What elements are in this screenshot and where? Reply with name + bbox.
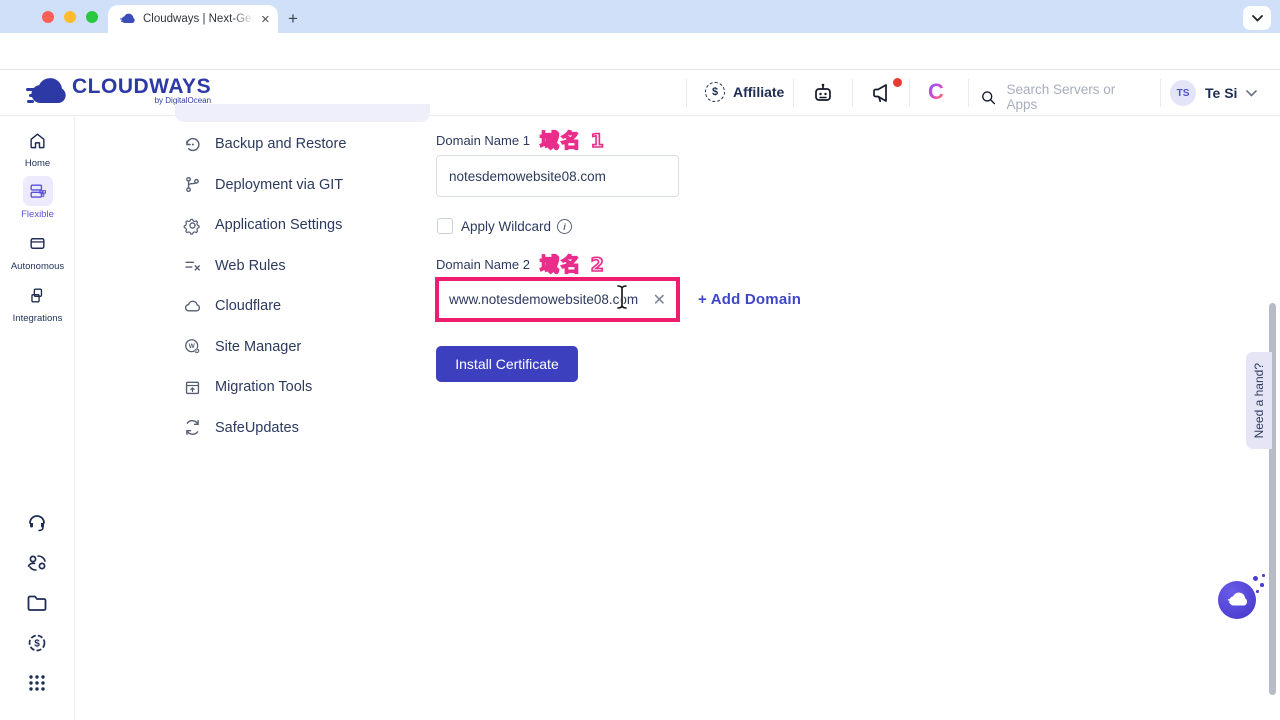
macos-minimize-button[interactable]: [64, 11, 76, 23]
search-icon: [980, 89, 997, 106]
git-branch-icon: [183, 175, 202, 194]
rail-label-home: Home: [0, 158, 75, 169]
support-headset-icon[interactable]: [25, 510, 49, 534]
chat-widget-button[interactable]: [1218, 581, 1256, 619]
search-placeholder: Search Servers or Apps: [1007, 82, 1145, 112]
add-domain-link[interactable]: + Add Domain: [698, 291, 801, 308]
header-divider: [968, 79, 969, 107]
domain2-highlight-box: www.notesdemowebsite08.com ✕: [435, 277, 680, 322]
domain1-label: Domain Name 1: [436, 133, 530, 148]
svg-text:W: W: [189, 343, 195, 350]
sidebar-item-label: Backup and Restore: [215, 136, 346, 152]
announcements-megaphone-icon[interactable]: [870, 81, 894, 105]
wildcard-info-icon[interactable]: i: [557, 219, 572, 234]
copilot-gradient-icon[interactable]: C: [928, 80, 944, 104]
autonomous-icon: [28, 234, 47, 253]
apps-grid-icon[interactable]: [25, 671, 49, 695]
user-name: Te Si: [1205, 85, 1237, 101]
sidebar-item-safeupdates[interactable]: SafeUpdates: [175, 408, 430, 449]
home-icon: [28, 131, 47, 150]
logo-wordmark: CLOUDWAYS: [72, 77, 211, 97]
sidebar-item-migration-tools[interactable]: Migration Tools: [175, 367, 430, 408]
rail-item-integrations[interactable]: Integrations: [0, 280, 75, 324]
need-a-hand-label: Need a hand?: [1252, 363, 1266, 438]
domain1-annotation: 域名 1: [540, 126, 606, 153]
sidebar-item-web-rules[interactable]: Web Rules: [175, 246, 430, 287]
safeupdates-refresh-icon: [183, 418, 202, 437]
chevron-down-icon: [1252, 15, 1263, 22]
rail-item-home[interactable]: Home: [0, 125, 75, 169]
sidebar-item-cloudflare[interactable]: Cloudflare: [175, 286, 430, 327]
sidebar-item-backup-restore[interactable]: Backup and Restore: [175, 124, 430, 165]
apply-wildcard-checkbox[interactable]: [437, 218, 453, 234]
global-search[interactable]: Search Servers or Apps: [980, 82, 1145, 112]
flexible-servers-icon: [28, 182, 47, 201]
rail-label-integrations: Integrations: [0, 313, 75, 324]
integrations-icon: [28, 286, 47, 305]
apply-wildcard-label: Apply Wildcard: [461, 219, 551, 234]
sidebar-item-label: Web Rules: [215, 258, 286, 274]
domain1-input[interactable]: [436, 155, 679, 197]
sidebar-item-application-settings[interactable]: Application Settings: [175, 205, 430, 246]
browser-toolbar: ← → ⟳ unified.cloudways.com/apps/6203794…: [0, 33, 1280, 70]
macos-close-button[interactable]: [42, 11, 54, 23]
sidebar-item-label: SafeUpdates: [215, 420, 299, 436]
restore-icon: [183, 135, 202, 154]
tab-close-icon[interactable]: ✕: [261, 13, 270, 26]
chevron-down-icon: [1246, 90, 1257, 97]
migration-icon: [183, 378, 202, 397]
rail-item-flexible[interactable]: Flexible: [0, 176, 75, 220]
user-avatar: TS: [1170, 80, 1196, 106]
sidebar-selected-item-partial[interactable]: [175, 104, 430, 122]
web-rules-icon: [183, 256, 202, 275]
cloud-icon: [183, 297, 202, 316]
header-divider: [852, 79, 853, 107]
notification-dot: [893, 78, 902, 87]
rail-item-autonomous[interactable]: Autonomous: [0, 228, 75, 272]
rail-label-flexible: Flexible: [0, 209, 75, 220]
browser-tab[interactable]: Cloudways | Next-Gen Cloud ✕: [108, 5, 278, 33]
projects-folder-icon[interactable]: [25, 591, 49, 615]
dollar-icon: $: [705, 82, 725, 102]
domain2-annotation: 域名 2: [540, 250, 606, 277]
header-divider: [909, 79, 910, 107]
app-sidebar-menu: Backup and Restore Deployment via GIT Ap…: [175, 124, 430, 448]
sidebar-item-label: Deployment via GIT: [215, 177, 343, 193]
sidebar-item-deployment-git[interactable]: Deployment via GIT: [175, 165, 430, 206]
text-cursor: [615, 284, 629, 310]
rail-label-autonomous: Autonomous: [0, 261, 75, 272]
sidebar-item-label: Application Settings: [215, 217, 342, 233]
bot-assistant-icon[interactable]: [811, 81, 835, 105]
sidebar-item-label: Migration Tools: [215, 379, 312, 395]
need-a-hand-tab[interactable]: Need a hand?: [1246, 352, 1272, 449]
site-manager-icon: W: [183, 337, 202, 356]
remove-domain-icon[interactable]: ✕: [651, 290, 676, 310]
header-divider: [793, 79, 794, 107]
install-certificate-button[interactable]: Install Certificate: [436, 346, 578, 382]
affiliate-label: Affiliate: [733, 84, 784, 100]
cloudways-cloud-icon: [26, 77, 66, 105]
referrals-icon[interactable]: [25, 551, 49, 575]
new-tab-button[interactable]: +: [288, 9, 298, 29]
cloudways-favicon: [120, 13, 136, 25]
cloudways-logo[interactable]: CLOUDWAYS by DigitalOcean: [26, 77, 211, 105]
macos-zoom-button[interactable]: [86, 11, 98, 23]
header-divider: [1160, 79, 1161, 107]
tab-search-chevron-button[interactable]: [1243, 6, 1271, 30]
user-menu[interactable]: TS Te Si: [1170, 80, 1257, 106]
sidebar-item-label: Site Manager: [215, 339, 301, 355]
tab-title: Cloudways | Next-Gen Cloud: [143, 13, 254, 25]
affiliate-button[interactable]: $ Affiliate: [705, 82, 784, 102]
svg-text:$: $: [34, 639, 40, 650]
domain2-label: Domain Name 2: [436, 257, 530, 272]
chat-cloud-icon: [1226, 592, 1248, 608]
gear-icon: [183, 216, 202, 235]
billing-dollar-icon[interactable]: $: [25, 631, 49, 655]
sidebar-item-site-manager[interactable]: W Site Manager: [175, 327, 430, 368]
sidebar-item-label: Cloudflare: [215, 298, 281, 314]
browser-tab-strip: Cloudways | Next-Gen Cloud ✕ +: [0, 0, 1280, 33]
header-divider: [686, 79, 687, 107]
